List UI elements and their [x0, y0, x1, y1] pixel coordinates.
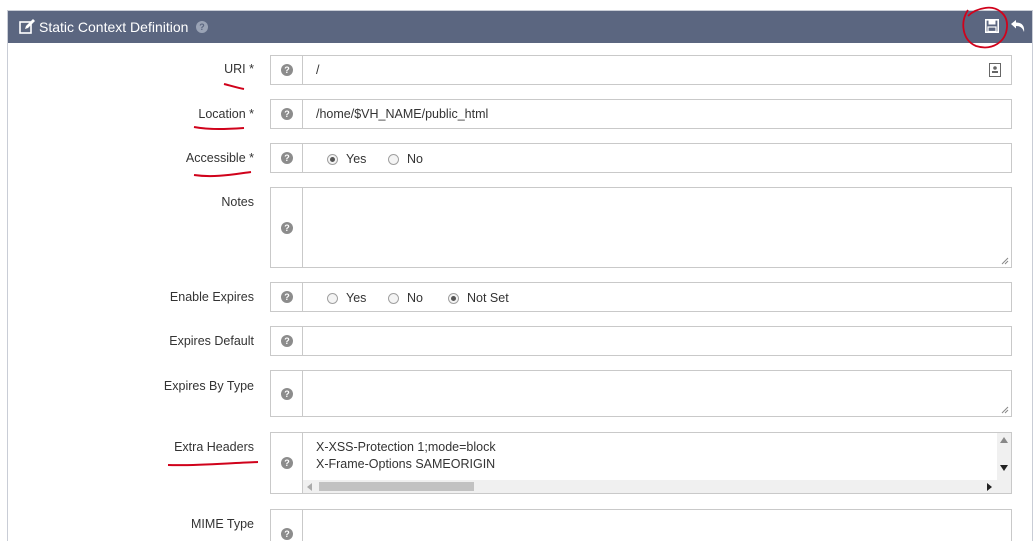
resize-handle-icon[interactable]	[1001, 257, 1009, 265]
question-circle-icon[interactable]: ?	[196, 21, 208, 33]
undo-icon[interactable]	[1010, 19, 1026, 33]
notes-label: Notes	[221, 195, 254, 209]
expires-by-type-label: Expires By Type	[163, 379, 254, 393]
scroll-thumb[interactable]	[319, 482, 474, 491]
accessible-no-radio[interactable]: No	[388, 152, 423, 166]
radio-label: Yes	[346, 291, 367, 305]
enable-expires-field: Yes No Not Set	[302, 282, 1012, 312]
radio-unselected-icon	[327, 292, 338, 304]
notes-textarea[interactable]	[302, 187, 1012, 268]
notes-help-box: ?	[270, 187, 303, 268]
question-circle-icon[interactable]: ?	[281, 457, 293, 469]
enable-expires-notset-radio[interactable]: Not Set	[448, 291, 509, 305]
location-value: /home/$VH_NAME/public_html	[316, 107, 489, 121]
accessible-label: Accessible *	[185, 151, 254, 165]
question-circle-icon[interactable]: ?	[281, 152, 293, 164]
radio-unselected-icon	[388, 292, 399, 304]
enable-expires-yes-radio[interactable]: Yes	[327, 291, 366, 305]
extra-headers-help-box: ?	[270, 432, 303, 494]
resize-handle-icon[interactable]	[1001, 406, 1009, 414]
expires-default-input[interactable]	[302, 326, 1012, 356]
mime-type-help-box: ?	[270, 509, 303, 541]
question-circle-icon[interactable]: ?	[281, 528, 293, 540]
extra-headers-line: X-Frame-Options SAMEORIGIN	[316, 457, 496, 471]
extra-headers-textarea[interactable]: X-XSS-Protection 1;mode=block X-Frame-Op…	[302, 432, 1012, 494]
mime-type-label: MIME Type	[191, 517, 254, 531]
accessible-field: Yes No	[302, 143, 1012, 173]
mime-type-input[interactable]	[302, 509, 1012, 541]
save-icon[interactable]	[985, 19, 999, 33]
location-label: Location *	[198, 107, 254, 121]
radio-label: Yes	[346, 152, 367, 166]
enable-expires-help-box: ?	[270, 282, 303, 312]
uri-input[interactable]: /	[302, 55, 1012, 85]
location-input[interactable]: /home/$VH_NAME/public_html	[302, 99, 1012, 129]
uri-label: URI *	[224, 62, 254, 76]
panel-header: Static Context Definition ?	[8, 11, 1032, 43]
panel-title: Static Context Definition	[39, 19, 189, 35]
expires-default-help-box: ?	[270, 326, 303, 356]
expires-by-type-help-box: ?	[270, 370, 303, 417]
vertical-scrollbar[interactable]	[997, 433, 1011, 493]
radio-selected-icon	[327, 153, 338, 165]
location-help-box: ?	[270, 99, 303, 129]
scroll-up-icon[interactable]	[1000, 437, 1008, 443]
scroll-left-icon[interactable]	[307, 483, 312, 491]
accessible-help-box: ?	[270, 143, 303, 173]
question-circle-icon[interactable]: ?	[281, 291, 293, 303]
horizontal-scrollbar[interactable]	[303, 480, 999, 493]
radio-label: No	[407, 152, 423, 166]
enable-expires-no-radio[interactable]: No	[388, 291, 423, 305]
radio-label: No	[407, 291, 423, 305]
radio-label: Not Set	[467, 291, 509, 305]
extra-headers-label: Extra Headers	[174, 440, 254, 454]
edit-icon	[19, 19, 35, 34]
uri-help-box: ?	[270, 55, 303, 85]
radio-selected-icon	[448, 292, 459, 304]
uri-value: /	[316, 63, 320, 77]
question-circle-icon[interactable]: ?	[281, 64, 293, 76]
expires-by-type-textarea[interactable]	[302, 370, 1012, 417]
contact-card-icon[interactable]	[989, 63, 1001, 77]
question-circle-icon[interactable]: ?	[281, 108, 293, 120]
accessible-yes-radio[interactable]: Yes	[327, 152, 366, 166]
extra-headers-line: X-XSS-Protection 1;mode=block	[316, 440, 496, 454]
question-circle-icon[interactable]: ?	[281, 388, 293, 400]
question-circle-icon[interactable]: ?	[281, 335, 293, 347]
question-circle-icon[interactable]: ?	[281, 222, 293, 234]
radio-unselected-icon	[388, 153, 399, 165]
scroll-right-icon[interactable]	[987, 483, 992, 491]
enable-expires-label: Enable Expires	[169, 290, 254, 304]
expires-default-label: Expires Default	[169, 334, 254, 348]
scroll-down-icon[interactable]	[1000, 465, 1008, 471]
